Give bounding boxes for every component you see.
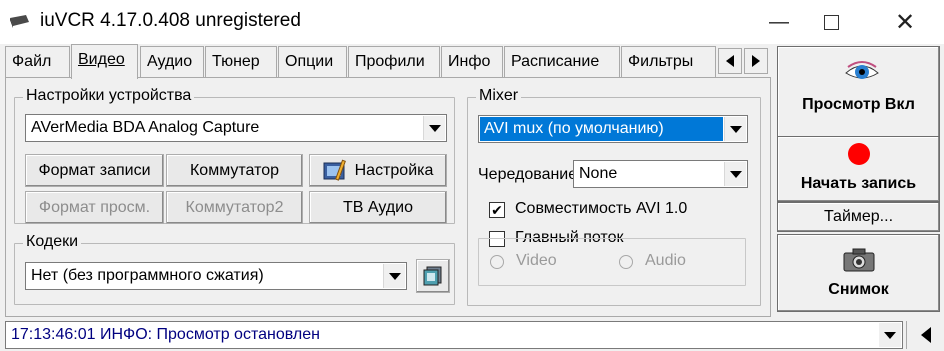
- status-text: 17:13:46:01 ИНФО: Просмотр остановлен: [11, 326, 320, 343]
- maximize-button[interactable]: [808, 0, 854, 44]
- avi-compat-checkbox[interactable]: ✔: [489, 202, 505, 218]
- tab-info[interactable]: Инфо: [441, 46, 503, 77]
- properties-icon: [423, 266, 442, 286]
- left-arrow-icon: [726, 55, 734, 67]
- button-label: ТВ Аудио: [342, 198, 414, 216]
- chevron-down-icon[interactable]: [879, 323, 901, 347]
- chevron-down-icon[interactable]: [724, 162, 746, 186]
- switcher2-button[interactable]: Коммутатор2: [166, 191, 303, 224]
- app-icon: [10, 15, 29, 28]
- button-label: Настройка: [354, 161, 434, 179]
- title-bar: iuVCR 4.17.0.408 unregistered — ✕: [0, 0, 944, 44]
- tab-scroll-right[interactable]: [744, 48, 768, 74]
- tab-label: Профили: [355, 53, 425, 70]
- tab-label: Фильтры: [628, 53, 694, 70]
- video-radio[interactable]: [490, 255, 504, 269]
- record-format-button[interactable]: Формат записи: [25, 154, 164, 187]
- switcher-button[interactable]: Коммутатор: [166, 154, 303, 187]
- status-collapse-button[interactable]: [906, 321, 944, 349]
- button-label: Коммутатор2: [185, 198, 284, 216]
- tv-audio-button[interactable]: ТВ Аудио: [309, 191, 447, 224]
- codec-properties-button[interactable]: [416, 259, 450, 293]
- tab-label: Инфо: [448, 53, 491, 70]
- client-area: Файл Видео Аудио Тюнер Опции Профили Инф…: [0, 44, 944, 351]
- interleave-select-value: None: [579, 165, 618, 182]
- preview-on-label: Просмотр Вкл: [802, 96, 915, 113]
- timer-label: Таймер...: [823, 208, 894, 225]
- tab-scroll-left[interactable]: [718, 48, 742, 74]
- audio-radio[interactable]: [619, 255, 633, 269]
- tab-label: Аудио: [147, 53, 193, 70]
- audio-radio-label: Audio: [645, 252, 686, 269]
- minimize-button[interactable]: —: [756, 0, 802, 44]
- tab-audio[interactable]: Аудио: [140, 46, 204, 77]
- chevron-down-icon[interactable]: [423, 116, 445, 140]
- tab-profiles[interactable]: Профили: [348, 46, 440, 77]
- interleave-label: Чередование: [478, 166, 573, 183]
- video-tab-panel: Настройки устройства AVerMedia BDA Analo…: [5, 77, 771, 317]
- tab-schedule[interactable]: Расписание: [504, 46, 620, 77]
- camera-icon: [843, 248, 875, 272]
- chevron-down-icon[interactable]: [383, 264, 405, 288]
- window-title: iuVCR 4.17.0.408 unregistered: [40, 10, 301, 31]
- video-radio-label: Video: [516, 252, 557, 269]
- tab-options[interactable]: Опции: [278, 46, 347, 77]
- mixer-select[interactable]: AVI mux (по умолчанию): [478, 115, 748, 143]
- codecs-legend: Кодеки: [23, 233, 82, 251]
- record-icon: [848, 143, 870, 165]
- button-label: Коммутатор: [189, 161, 280, 179]
- timer-button[interactable]: Таймер...: [777, 202, 940, 232]
- interleave-select[interactable]: None: [573, 160, 748, 188]
- tab-filters[interactable]: Фильтры: [621, 46, 716, 77]
- codec-select-value: Нет (без программного сжатия): [31, 267, 264, 284]
- tab-label: Файл: [12, 53, 52, 70]
- device-settings-legend: Настройки устройства: [23, 87, 195, 105]
- device-select[interactable]: AVerMedia BDA Analog Capture: [25, 114, 447, 142]
- tab-label: Тюнер: [212, 53, 260, 70]
- start-record-button[interactable]: Начать запись: [777, 136, 940, 202]
- tab-label: Видео: [78, 51, 125, 68]
- chevron-down-icon[interactable]: [724, 117, 746, 141]
- close-button[interactable]: ✕: [882, 0, 928, 44]
- status-log-select[interactable]: 17:13:46:01 ИНФО: Просмотр остановлен: [5, 321, 903, 349]
- mixer-select-value: AVI mux (по умолчанию): [480, 117, 723, 141]
- mixer-legend: Mixer: [476, 87, 522, 105]
- avi-compat-label: Совместимость AVI 1.0: [515, 200, 688, 217]
- maximize-icon: [823, 14, 839, 30]
- tab-tuner[interactable]: Тюнер: [205, 46, 277, 77]
- eye-icon: [845, 61, 879, 79]
- tab-label: Расписание: [511, 53, 600, 70]
- button-label: Формат просм.: [38, 198, 151, 216]
- tab-video[interactable]: Видео: [71, 44, 138, 79]
- device-select-value: AVerMedia BDA Analog Capture: [31, 119, 260, 136]
- codec-select[interactable]: Нет (без программного сжатия): [25, 262, 407, 290]
- settings-button[interactable]: Настройка: [309, 154, 447, 187]
- snapshot-button[interactable]: Снимок: [777, 234, 940, 312]
- right-arrow-icon: [752, 55, 760, 67]
- tab-file[interactable]: Файл: [5, 46, 70, 77]
- minimize-icon: —: [769, 10, 789, 33]
- start-record-label: Начать запись: [800, 175, 917, 192]
- button-label: Формат записи: [38, 161, 151, 179]
- check-icon: ✔: [491, 202, 503, 218]
- close-icon: ✕: [894, 8, 916, 36]
- left-triangle-icon: [920, 327, 931, 343]
- tab-label: Опции: [285, 53, 334, 70]
- settings-icon: [323, 159, 346, 181]
- preview-format-button[interactable]: Формат просм.: [25, 191, 164, 224]
- snapshot-label: Снимок: [828, 281, 889, 298]
